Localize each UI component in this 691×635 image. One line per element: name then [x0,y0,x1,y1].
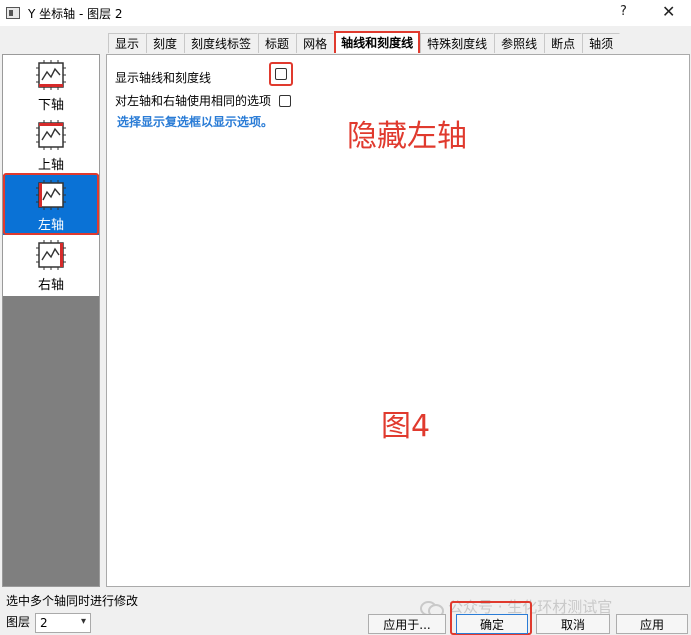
tab-special-ticks[interactable]: 特殊刻度线 [420,33,495,53]
axis-item-right[interactable]: 右轴 [3,235,99,295]
help-button[interactable]: ? [620,4,627,19]
tab-breaks[interactable]: 断点 [544,33,583,53]
annotation-figure-label: 图4 [381,409,431,444]
tab-scale[interactable]: 刻度 [146,33,185,53]
tab-bar: 显示 刻度 刻度线标签 标题 网格 轴线和刻度线 特殊刻度线 参照线 断点 轴须 [108,31,621,53]
ok-button[interactable]: 确定 [456,614,528,634]
axis-list-panel: 下轴 上轴 左轴 右轴 [2,54,100,587]
app-window-icon [6,7,20,19]
layer-select[interactable]: 2 ▾ [35,613,91,633]
tab-title[interactable]: 标题 [258,33,297,53]
same-options-row: 对左轴和右轴使用相同的选项 [115,92,292,109]
chevron-down-icon: ▾ [80,616,86,627]
tab-reference-lines[interactable]: 参照线 [494,33,545,53]
show-axis-row: 显示轴线和刻度线 [115,69,211,86]
right-axis-icon [36,240,66,270]
show-axis-label: 显示轴线和刻度线 [115,71,212,85]
bottom-axis-icon [36,60,66,90]
multi-select-note: 选中多个轴同时进行修改 [6,594,139,608]
axis-item-bottom[interactable]: 下轴 [3,55,99,115]
wechat-icon [420,599,444,618]
tab-grid[interactable]: 网格 [296,33,335,53]
show-axis-checkbox[interactable] [275,68,287,80]
cancel-button[interactable]: 取消 [536,614,610,634]
hint-text: 选择显示复选框以显示选项。 [117,115,274,129]
layer-label: 图层 [6,615,31,629]
window-title: Y 坐标轴 - 图层 2 [28,6,123,21]
tab-display[interactable]: 显示 [108,33,147,53]
left-axis-highlight-frame [3,173,99,235]
axis-item-left[interactable]: 左轴 [3,173,99,235]
tab-line-and-ticks[interactable]: 轴线和刻度线 [334,31,421,53]
apply-to-button[interactable]: 应用于... [368,614,446,634]
layer-select-value: 2 [40,616,48,630]
title-bar: Y 坐标轴 - 图层 2 ? ✕ [0,0,691,26]
apply-button[interactable]: 应用 [616,614,688,634]
same-options-checkbox[interactable] [279,94,292,107]
options-panel: 显示轴线和刻度线 对左轴和右轴使用相同的选项 选择显示复选框以显示选项。 隐藏左… [106,54,690,587]
close-button[interactable]: ✕ [662,2,675,21]
axis-item-label: 下轴 [37,98,64,113]
axis-item-label: 右轴 [37,278,64,293]
axis-item-label: 上轴 [37,158,64,173]
same-options-label: 对左轴和右轴使用相同的选项 [115,94,272,108]
tab-tick-labels[interactable]: 刻度线标签 [184,33,259,53]
annotation-hide-left-axis: 隐藏左轴 [347,119,467,154]
tab-rug[interactable]: 轴须 [582,33,621,53]
top-axis-icon [36,120,66,150]
axis-list: 下轴 上轴 左轴 右轴 [3,55,99,296]
axis-item-top[interactable]: 上轴 [3,115,99,175]
